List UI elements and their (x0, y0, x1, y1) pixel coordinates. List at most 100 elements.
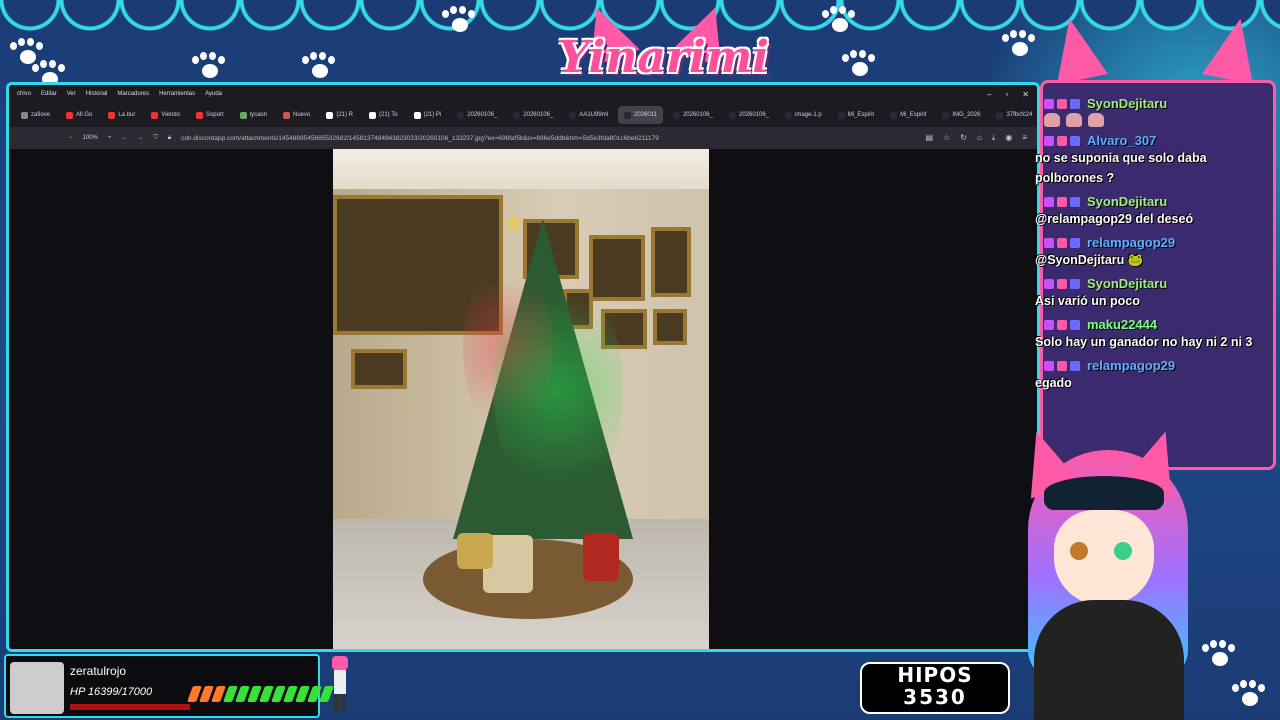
tab-label: Mi_Espirit (847, 112, 875, 118)
zoom-out-icon[interactable]: − (69, 135, 73, 141)
browser-tab[interactable]: IMG_2026 (936, 106, 986, 124)
menu-item[interactable]: Marcadores (117, 91, 149, 97)
tab-label: Viendo (161, 112, 180, 118)
tab-favicon-icon (108, 111, 116, 119)
tab-favicon-icon (996, 111, 1004, 119)
chat-username[interactable]: maku22444 (1087, 317, 1157, 332)
cat-emote-icon (1088, 113, 1104, 127)
chat-username[interactable]: relampagop29 (1087, 235, 1175, 250)
url-bar[interactable]: cdn.discordapp.com/attachments/145488954… (181, 135, 741, 142)
tab-label: (21) To (379, 112, 398, 118)
tab-label: zafiove (31, 112, 51, 118)
browser-tab[interactable]: lycaon (234, 106, 273, 124)
shield-icon[interactable]: ⛉ (153, 135, 158, 142)
close-icon[interactable]: ✕ (1022, 90, 1029, 99)
chat-username[interactable]: Alvaro_307 (1087, 133, 1156, 148)
photo-tin (583, 533, 619, 581)
browser-tab[interactable]: All Go (60, 106, 98, 124)
chat-username[interactable]: SyonDejitaru (1087, 276, 1167, 291)
browser-tab[interactable]: 20260106_ (451, 106, 503, 124)
menu-icon[interactable]: ≡ (1022, 133, 1027, 143)
browser-tab[interactable]: (21) R (320, 106, 359, 124)
tab-favicon-icon (569, 111, 577, 119)
tab-favicon-icon (672, 111, 680, 119)
pixel-sprite (320, 650, 360, 716)
browser-tab[interactable]: zafiove (15, 106, 56, 124)
chat-badge-icon (1057, 319, 1067, 330)
chat-message: SyonDejitaru @relampagop29 del deseó (1032, 194, 1278, 229)
browser-tab[interactable]: Mi_Espirit (832, 106, 880, 124)
photo-painting (651, 227, 691, 297)
zoom-level[interactable]: 100% (83, 135, 98, 141)
lock-icon[interactable]: 🔒︎ (168, 135, 171, 142)
browser-tab[interactable]: La bur (102, 106, 141, 124)
tab-label: IMG_2026 (952, 112, 981, 118)
chat-badge-icon (1070, 319, 1080, 330)
chat-username[interactable]: relampagop29 (1087, 358, 1175, 373)
chat-badge-icon (1057, 196, 1067, 207)
home-icon[interactable]: ⌂ (977, 133, 982, 143)
chat-message: SyonDejitaru (1032, 96, 1278, 127)
christmas-tree-photo[interactable]: ★ (333, 149, 709, 649)
tab-label: (21) R (336, 112, 353, 118)
tree-star-icon: ★ (501, 208, 527, 239)
reader-view-icon[interactable]: ▤ (926, 133, 934, 143)
menu-item[interactable]: Historial (86, 91, 108, 97)
chat-message-header: SyonDejitaru (1032, 276, 1278, 291)
tab-label: image-1.p (795, 112, 822, 118)
tab-label: Soport (205, 112, 224, 118)
extension-icon[interactable]: ◉ (1005, 133, 1012, 143)
tab-label: (21) Pi (423, 112, 442, 118)
tab-favicon-icon (785, 111, 793, 119)
chat-username[interactable]: SyonDejitaru (1087, 96, 1167, 111)
chat-badge-icon (1044, 360, 1054, 371)
download-icon[interactable]: ⤓ (992, 133, 996, 143)
toolbar-icons: ▤ ☆ ↻ ⌂ ⤓ ◉ ≡ (926, 133, 1037, 143)
tab-label: 2026011 (634, 112, 657, 118)
minimize-icon[interactable]: – (987, 90, 991, 99)
browser-tab[interactable]: Viendo (145, 106, 186, 124)
browser-tab[interactable]: Soport (190, 106, 230, 124)
bookmark-star-icon[interactable]: ☆ (943, 133, 950, 143)
zoom-in-icon[interactable]: + (108, 135, 112, 141)
paw-print-icon (820, 6, 858, 36)
tab-label: All Go (76, 112, 93, 118)
browser-tab[interactable]: (21) Pi (408, 106, 448, 124)
menu-item[interactable]: Editar (41, 91, 57, 97)
back-icon[interactable]: ← (121, 135, 127, 141)
photo-painting (653, 309, 687, 345)
chat-badge-icon (1070, 98, 1080, 109)
tab-label: 20260106_ (682, 112, 713, 118)
chat-message-text: Solo hay un ganador no hay ni 2 ni 3 (1035, 335, 1253, 349)
image-viewer: ★ (9, 149, 1037, 649)
chat-badge-icon (1044, 135, 1054, 146)
browser-tab[interactable]: image-1.p (779, 106, 828, 124)
photo-painting (351, 349, 407, 389)
menu-item[interactable]: chivo (17, 91, 31, 97)
chat-message: SyonDejitaru Asi varió un poco (1032, 276, 1278, 311)
forward-icon[interactable]: → (137, 135, 143, 141)
tab-label: Mi_Espirit (900, 112, 927, 118)
menu-item[interactable]: Ayuda (205, 91, 222, 97)
reload-icon[interactable]: ↻ (960, 133, 967, 143)
chat-message: maku22444 Solo hay un ganador no hay ni 2… (1032, 317, 1278, 352)
chat-username[interactable]: SyonDejitaru (1087, 194, 1167, 209)
browser-tab[interactable]: (21) To (363, 106, 404, 124)
browser-tab[interactable]: Nuevo (277, 106, 316, 124)
menu-item[interactable]: Ver (67, 91, 76, 97)
menu-bar: chivo Editar Ver Historial Marcadores He… (9, 85, 1037, 103)
paw-print-icon (440, 6, 478, 36)
browser-tab[interactable]: Mi_Espirit (884, 106, 932, 124)
chat-badge-icon (1057, 278, 1067, 289)
tab-favicon-icon (282, 111, 290, 119)
menu-item[interactable]: Herramientas (159, 91, 195, 97)
chat-badge-icon (1057, 360, 1067, 371)
tab-favicon-icon (239, 111, 247, 119)
tab-label: 37fbcfc24 (1006, 112, 1033, 118)
chat-message-header: relampagop29 (1032, 358, 1278, 373)
restore-icon[interactable]: ▫ (1005, 90, 1008, 99)
player-hud: zeratulrojo HP 16399/17000 (4, 654, 334, 718)
chat-badge-icon (1070, 278, 1080, 289)
chat-message-header: SyonDejitaru (1032, 96, 1278, 111)
chat-badge-icon (1044, 237, 1054, 248)
